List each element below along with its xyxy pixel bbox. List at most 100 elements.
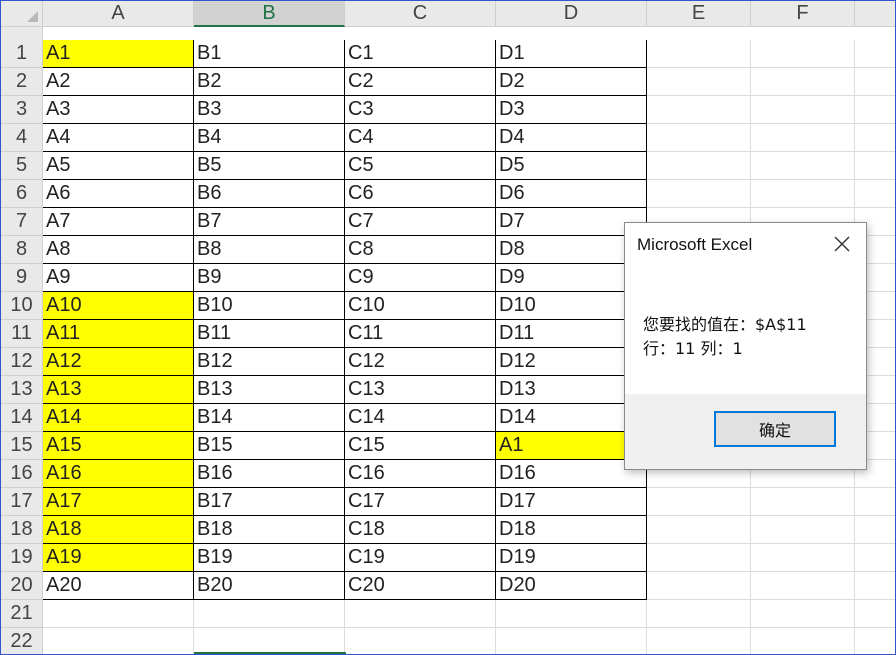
- cell-e22[interactable]: [647, 628, 751, 654]
- cell-b2[interactable]: B2: [194, 68, 345, 96]
- cell-overflow[interactable]: [855, 544, 895, 572]
- column-header-next[interactable]: [855, 1, 895, 27]
- cell-overflow[interactable]: [855, 40, 895, 68]
- cell-b13[interactable]: B13: [194, 376, 345, 404]
- cell-c11[interactable]: C11: [345, 320, 496, 348]
- cell-overflow[interactable]: [855, 96, 895, 124]
- cell-a12[interactable]: A12: [43, 348, 194, 376]
- cell-c7[interactable]: C7: [345, 208, 496, 236]
- row-header-18[interactable]: 18: [1, 516, 43, 544]
- column-header-a[interactable]: A: [43, 1, 194, 27]
- cell-c2[interactable]: C2: [345, 68, 496, 96]
- cell-c16[interactable]: C16: [345, 460, 496, 488]
- cell-b7[interactable]: B7: [194, 208, 345, 236]
- cell-f19[interactable]: [751, 544, 855, 572]
- cell-a4[interactable]: A4: [43, 124, 194, 152]
- cell-b9[interactable]: B9: [194, 264, 345, 292]
- cell-f3[interactable]: [751, 96, 855, 124]
- cell-b19[interactable]: B19: [194, 544, 345, 572]
- cell-d20[interactable]: D20: [496, 572, 647, 600]
- row-header-9[interactable]: 9: [1, 264, 43, 292]
- cell-c1[interactable]: C1: [345, 40, 496, 68]
- cell-c4[interactable]: C4: [345, 124, 496, 152]
- row-header-15[interactable]: 15: [1, 432, 43, 460]
- cell-e3[interactable]: [647, 96, 751, 124]
- ok-button[interactable]: 确定: [714, 411, 836, 447]
- cell-e20[interactable]: [647, 572, 751, 600]
- cell-a5[interactable]: A5: [43, 152, 194, 180]
- cell-c8[interactable]: C8: [345, 236, 496, 264]
- cell-c18[interactable]: C18: [345, 516, 496, 544]
- row-header-22[interactable]: 22: [1, 628, 43, 654]
- cell-c14[interactable]: C14: [345, 404, 496, 432]
- cell-d1[interactable]: D1: [496, 40, 647, 68]
- cell-a15[interactable]: A15: [43, 432, 194, 460]
- cell-a13[interactable]: A13: [43, 376, 194, 404]
- cell-e18[interactable]: [647, 516, 751, 544]
- cell-c3[interactable]: C3: [345, 96, 496, 124]
- cell-b8[interactable]: B8: [194, 236, 345, 264]
- cell-c6[interactable]: C6: [345, 180, 496, 208]
- row-header-10[interactable]: 10: [1, 292, 43, 320]
- cell-d3[interactable]: D3: [496, 96, 647, 124]
- row-header-14[interactable]: 14: [1, 404, 43, 432]
- cell-c21[interactable]: [345, 600, 496, 628]
- row-header-2[interactable]: 2: [1, 68, 43, 96]
- row-header-12[interactable]: 12: [1, 348, 43, 376]
- cell-f1[interactable]: [751, 40, 855, 68]
- row-header-8[interactable]: 8: [1, 236, 43, 264]
- cell-b18[interactable]: B18: [194, 516, 345, 544]
- cell-a7[interactable]: A7: [43, 208, 194, 236]
- cell-d21[interactable]: [496, 600, 647, 628]
- cell-f22[interactable]: [751, 628, 855, 654]
- cell-a11[interactable]: A11: [43, 320, 194, 348]
- cell-overflow[interactable]: [855, 628, 895, 654]
- cell-f4[interactable]: [751, 124, 855, 152]
- cell-d5[interactable]: D5: [496, 152, 647, 180]
- cell-c13[interactable]: C13: [345, 376, 496, 404]
- cell-b14[interactable]: B14: [194, 404, 345, 432]
- cell-overflow[interactable]: [855, 572, 895, 600]
- cell-c20[interactable]: C20: [345, 572, 496, 600]
- cell-overflow[interactable]: [855, 152, 895, 180]
- cell-a1[interactable]: A1: [43, 40, 194, 68]
- close-icon[interactable]: [830, 232, 854, 256]
- cell-a9[interactable]: A9: [43, 264, 194, 292]
- row-header-20[interactable]: 20: [1, 572, 43, 600]
- cell-c17[interactable]: C17: [345, 488, 496, 516]
- cell-d4[interactable]: D4: [496, 124, 647, 152]
- column-header-c[interactable]: C: [345, 1, 496, 27]
- row-header-7[interactable]: 7: [1, 208, 43, 236]
- cell-a22[interactable]: [43, 628, 194, 654]
- cell-overflow[interactable]: [855, 488, 895, 516]
- row-header-19[interactable]: 19: [1, 544, 43, 572]
- cell-e19[interactable]: [647, 544, 751, 572]
- cell-c10[interactable]: C10: [345, 292, 496, 320]
- cell-overflow[interactable]: [855, 124, 895, 152]
- row-header-16[interactable]: 16: [1, 460, 43, 488]
- cell-e6[interactable]: [647, 180, 751, 208]
- row-header-13[interactable]: 13: [1, 376, 43, 404]
- cell-a2[interactable]: A2: [43, 68, 194, 96]
- cell-d22[interactable]: [496, 628, 647, 654]
- cell-a6[interactable]: A6: [43, 180, 194, 208]
- cell-e4[interactable]: [647, 124, 751, 152]
- cell-b4[interactable]: B4: [194, 124, 345, 152]
- cell-b10[interactable]: B10: [194, 292, 345, 320]
- cell-b11[interactable]: B11: [194, 320, 345, 348]
- cell-b15[interactable]: B15: [194, 432, 345, 460]
- cell-b1[interactable]: B1: [194, 40, 345, 68]
- cell-a10[interactable]: A10: [43, 292, 194, 320]
- cell-e1[interactable]: [647, 40, 751, 68]
- cell-e5[interactable]: [647, 152, 751, 180]
- column-header-f[interactable]: F: [751, 1, 855, 27]
- cell-f21[interactable]: [751, 600, 855, 628]
- cell-c19[interactable]: C19: [345, 544, 496, 572]
- cell-b16[interactable]: B16: [194, 460, 345, 488]
- cell-f2[interactable]: [751, 68, 855, 96]
- cell-d2[interactable]: D2: [496, 68, 647, 96]
- cell-d6[interactable]: D6: [496, 180, 647, 208]
- column-header-d[interactable]: D: [496, 1, 647, 27]
- cell-f20[interactable]: [751, 572, 855, 600]
- cell-c12[interactable]: C12: [345, 348, 496, 376]
